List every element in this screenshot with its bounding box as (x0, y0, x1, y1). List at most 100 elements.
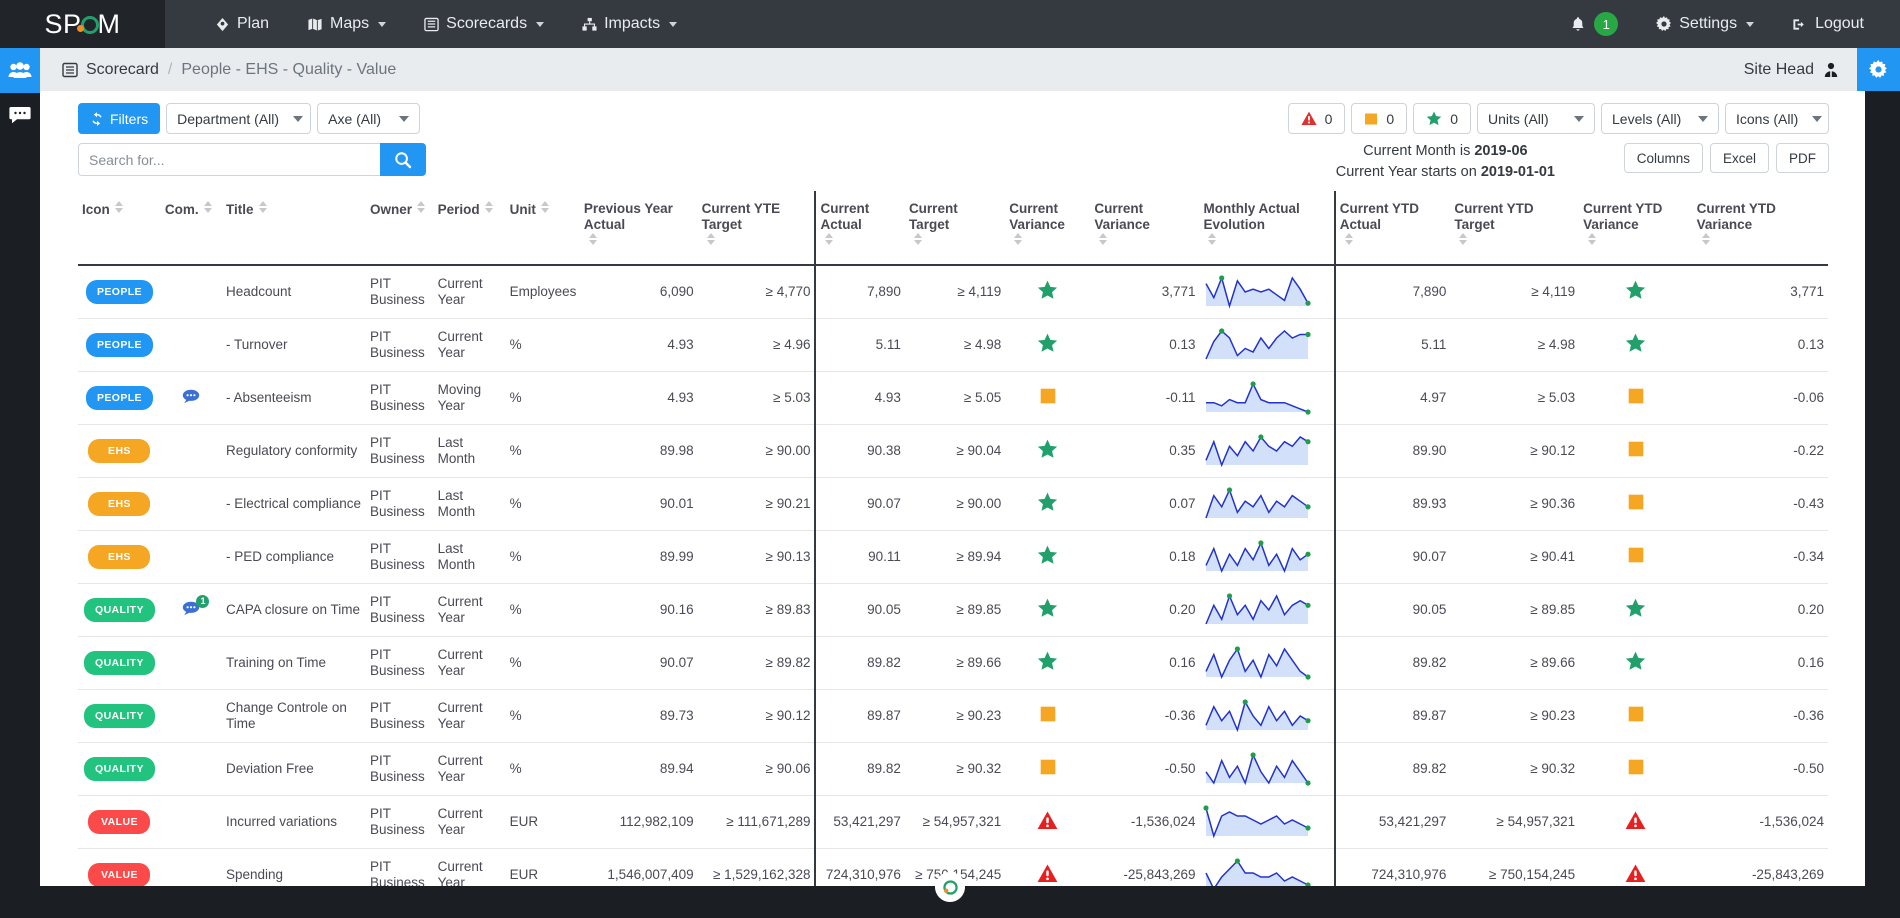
cell-icon: PEOPLE (78, 318, 161, 372)
cell-title[interactable]: Headcount (222, 265, 366, 319)
cell-title[interactable]: Change Controle on Time (222, 689, 366, 743)
app-logo[interactable]: SP M (0, 0, 165, 48)
cell-unit: EUR (505, 848, 580, 886)
sort-toggle-icon[interactable] (258, 201, 268, 213)
nav-item-maps[interactable]: Maps (307, 15, 387, 33)
table-row[interactable]: PEOPLE - Absenteeism PIT Business Moving Ye… (78, 371, 1828, 425)
sort-toggle-icon[interactable] (1208, 233, 1217, 245)
cell-ytd-target: ≥ 90.36 (1450, 477, 1580, 531)
cell-yte-target: ≥ 90.21 (697, 477, 816, 531)
sort-toggle-icon[interactable] (1701, 233, 1711, 245)
nav-item-plan[interactable]: Plan (215, 15, 269, 33)
cell-title[interactable]: Deviation Free (222, 742, 366, 796)
column-header-4[interactable]: Period (433, 191, 506, 266)
cell-title[interactable]: Incurred variations (222, 795, 366, 849)
excel-button[interactable]: Excel (1709, 143, 1769, 173)
column-header-2[interactable]: Title (222, 191, 366, 266)
column-header-8[interactable]: Current Actual (814, 191, 905, 266)
logout-button[interactable]: Logout (1792, 15, 1864, 33)
cell-title[interactable]: Training on Time (222, 636, 366, 690)
notifications-button[interactable]: 1 (1570, 12, 1619, 36)
column-header-7[interactable]: Current YTE Target (697, 191, 816, 266)
user-menu[interactable]: Site Head (1744, 61, 1857, 79)
column-header-13[interactable]: Current YTD Actual (1333, 191, 1451, 266)
nav-item-scorecards[interactable]: Scorecards (424, 15, 545, 33)
column-header-5[interactable]: Unit (505, 191, 580, 266)
search-input[interactable] (78, 143, 380, 176)
cell-title[interactable]: CAPA closure on Time (222, 583, 366, 637)
column-header-10[interactable]: Current Variance (1005, 191, 1091, 266)
sort-toggle-icon[interactable] (1014, 233, 1023, 245)
levels-select[interactable]: Levels (All) (1601, 103, 1719, 134)
column-header-3[interactable]: Owner (366, 191, 434, 266)
counter-alert[interactable]: 0 (1287, 103, 1346, 134)
sort-toggle-icon[interactable] (417, 201, 426, 213)
sort-toggle-icon[interactable] (484, 201, 494, 213)
column-header-12[interactable]: Monthly Actual Evolution (1199, 191, 1335, 266)
cell-title[interactable]: - Electrical compliance (222, 477, 366, 531)
sort-toggle-icon[interactable] (1344, 233, 1354, 245)
sort-toggle-icon[interactable] (588, 233, 598, 245)
column-header-16[interactable]: Current YTD Variance (1692, 191, 1828, 266)
column-header-15[interactable]: Current YTD Variance (1579, 191, 1693, 266)
sidebar-item-people[interactable] (0, 48, 40, 93)
cell-title[interactable]: Regulatory conformity (222, 424, 366, 478)
cell-owner: PIT Business (366, 424, 434, 478)
counter-good[interactable]: 0 (1413, 103, 1471, 134)
cell-monthly-evolution (1199, 583, 1335, 637)
search-button[interactable] (380, 143, 426, 176)
column-header-0[interactable]: Icon (78, 191, 161, 266)
table-row[interactable]: QUALITY Change Controle on Time PIT Busine… (78, 689, 1828, 743)
table-row[interactable]: EHS - PED compliance PIT Business Last Mont… (78, 530, 1828, 584)
table-row[interactable]: PEOPLE Headcount PIT Business Current Year E… (78, 265, 1828, 319)
units-select[interactable]: Units (All) (1477, 103, 1595, 134)
filters-button[interactable]: Filters (78, 103, 161, 134)
bottom-bar (0, 872, 1900, 918)
sort-toggle-icon[interactable] (1459, 233, 1468, 245)
columns-button[interactable]: Columns (1623, 143, 1703, 173)
sort-toggle-icon[interactable] (706, 233, 716, 245)
table-row[interactable]: EHS Regulatory conformity PIT Business Last… (78, 424, 1828, 478)
breadcrumb-root[interactable]: Scorecard (62, 61, 159, 79)
cell-monthly-evolution (1199, 477, 1335, 531)
table-row[interactable]: QUALITY Deviation Free PIT Business Current… (78, 742, 1828, 796)
category-tag: EHS (88, 439, 151, 463)
cell-title[interactable]: - PED compliance (222, 530, 366, 584)
table-row[interactable]: QUALITY Training on Time PIT Business Curre… (78, 636, 1828, 690)
table-row[interactable]: EHS - Electrical compliance PIT Business La… (78, 477, 1828, 531)
pdf-button[interactable]: PDF (1776, 143, 1829, 173)
icons-select[interactable]: Icons (All) (1725, 103, 1829, 134)
page-settings-button[interactable] (1857, 48, 1900, 91)
department-select[interactable]: Department (All) (166, 103, 312, 134)
column-header-14[interactable]: Current YTD Target (1450, 191, 1580, 266)
sort-toggle-icon[interactable] (114, 201, 124, 213)
category-tag: QUALITY (84, 651, 155, 675)
comment-indicator[interactable]: 1 (182, 594, 210, 620)
counter-warning[interactable]: 0 (1351, 103, 1408, 134)
sort-toggle-icon[interactable] (913, 233, 923, 245)
cell-title[interactable]: Spending (222, 848, 366, 886)
sort-toggle-icon[interactable] (203, 201, 213, 213)
column-header-label: Title (226, 202, 254, 217)
column-header-11[interactable]: Current Variance (1090, 191, 1200, 266)
nav-item-settings[interactable]: Settings (1656, 15, 1755, 33)
table-row[interactable]: QUALITY 1 CAPA closure on Time PIT Business… (78, 583, 1828, 637)
cell-current-variance-icon (1005, 424, 1091, 478)
sort-toggle-icon[interactable] (825, 233, 834, 245)
sort-toggle-icon[interactable] (1588, 233, 1597, 245)
cell-title[interactable]: - Turnover (222, 318, 366, 372)
comment-indicator[interactable] (182, 389, 200, 408)
table-row[interactable]: PEOPLE - Turnover PIT Business Current Year… (78, 318, 1828, 372)
cell-title[interactable]: - Absenteeism (222, 371, 366, 425)
nav-item-impacts[interactable]: Impacts (582, 15, 678, 33)
cell-ytd-actual: 89.82 (1333, 636, 1451, 690)
column-header-6[interactable]: Previous Year Actual (579, 191, 698, 266)
sort-toggle-icon[interactable] (540, 201, 550, 213)
column-header-9[interactable]: Current Target (904, 191, 1006, 266)
table-row[interactable]: VALUE Incurred variations PIT Business Curr… (78, 795, 1828, 849)
bottom-logo[interactable] (935, 872, 965, 902)
column-header-1[interactable]: Com. (160, 191, 222, 266)
sort-toggle-icon[interactable] (1099, 233, 1108, 245)
axe-select[interactable]: Axe (All) (317, 103, 421, 134)
sidebar-item-comments[interactable] (0, 93, 40, 138)
